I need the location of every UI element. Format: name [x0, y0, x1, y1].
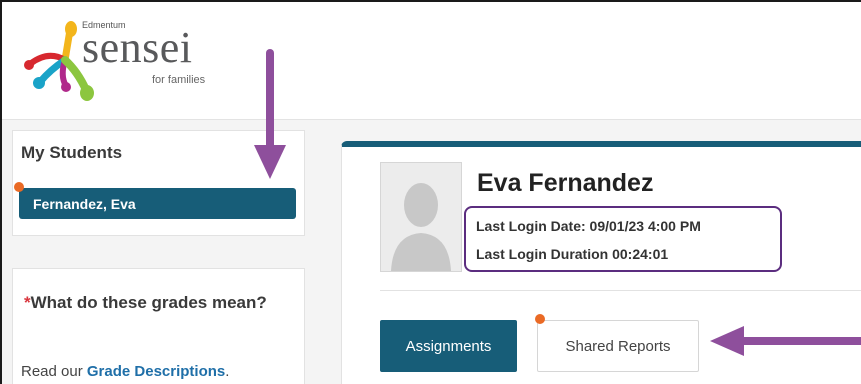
- grades-read-prefix: Read our: [21, 363, 87, 380]
- avatar-placeholder-icon: [381, 163, 461, 271]
- notification-dot-icon: [14, 182, 24, 192]
- tab-assignments[interactable]: Assignments: [380, 320, 517, 372]
- section-divider: [380, 290, 861, 291]
- grades-read-suffix: .: [225, 363, 230, 380]
- my-students-title: My Students: [21, 143, 123, 162]
- grade-descriptions-link[interactable]: Grade Descriptions: [87, 363, 225, 380]
- grades-read-text: Read our Grade Descriptions.: [21, 363, 229, 380]
- login-info-highlight: Last Login Date: 09/01/23 4:00 PM Last L…: [464, 206, 782, 272]
- required-star: *: [24, 293, 31, 312]
- grades-info-panel: *What do these grades mean? Read our Gra…: [12, 268, 305, 384]
- notification-dot-icon: [535, 314, 545, 324]
- last-login-duration: Last Login Duration 00:24:01: [476, 246, 669, 262]
- sensei-logo[interactable]: Edmentum sensei for families: [20, 20, 220, 110]
- student-avatar: [380, 162, 462, 272]
- logo-families-text: for families: [152, 74, 206, 86]
- student-item-label: Fernandez, Eva: [33, 196, 136, 212]
- grades-question-text: What do these grades mean?: [30, 293, 267, 312]
- annotation-arrow-down-icon: [254, 49, 286, 179]
- tab-shared-reports[interactable]: Shared Reports: [537, 320, 699, 372]
- last-login-date: Last Login Date: 09/01/23 4:00 PM: [476, 218, 701, 234]
- app-header: Edmentum sensei for families: [2, 2, 861, 120]
- logo-sensei-text: sensei: [82, 23, 193, 72]
- student-name: Eva Fernandez: [477, 169, 654, 197]
- annotation-arrow-left-icon: [710, 326, 861, 356]
- student-item-fernandez-eva[interactable]: Fernandez, Eva: [19, 188, 296, 219]
- grades-question: *What do these grades mean?: [24, 291, 274, 315]
